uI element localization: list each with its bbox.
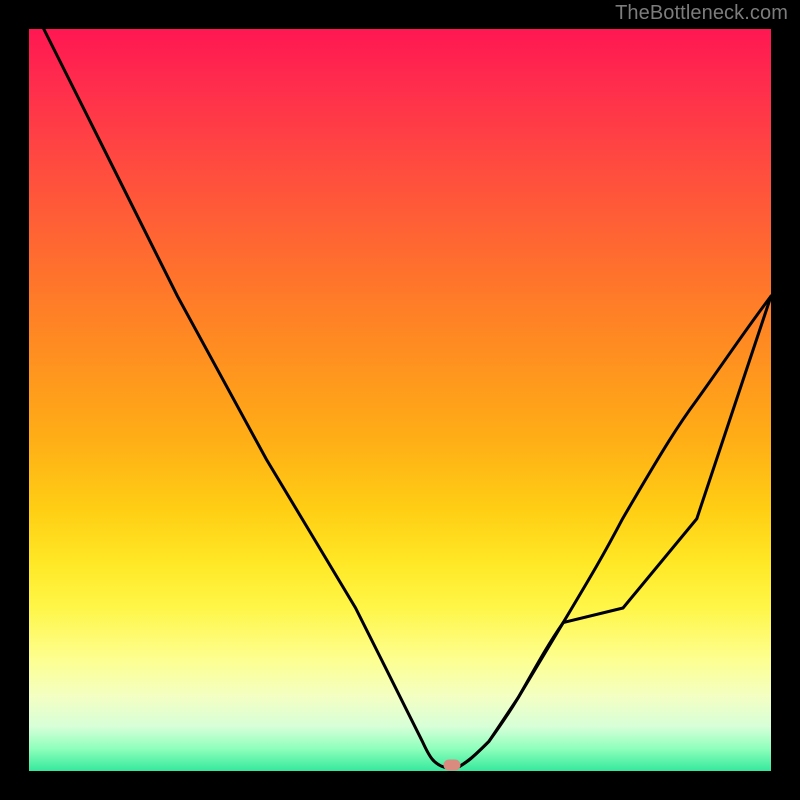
plot-area <box>29 29 771 771</box>
watermark-text: TheBottleneck.com <box>615 2 788 25</box>
bottleneck-curve <box>44 29 771 768</box>
bottleneck-curve-right <box>459 296 771 766</box>
curve-svg <box>29 29 771 771</box>
chart-frame: TheBottleneck.com <box>0 0 800 800</box>
optimal-marker <box>444 760 461 771</box>
